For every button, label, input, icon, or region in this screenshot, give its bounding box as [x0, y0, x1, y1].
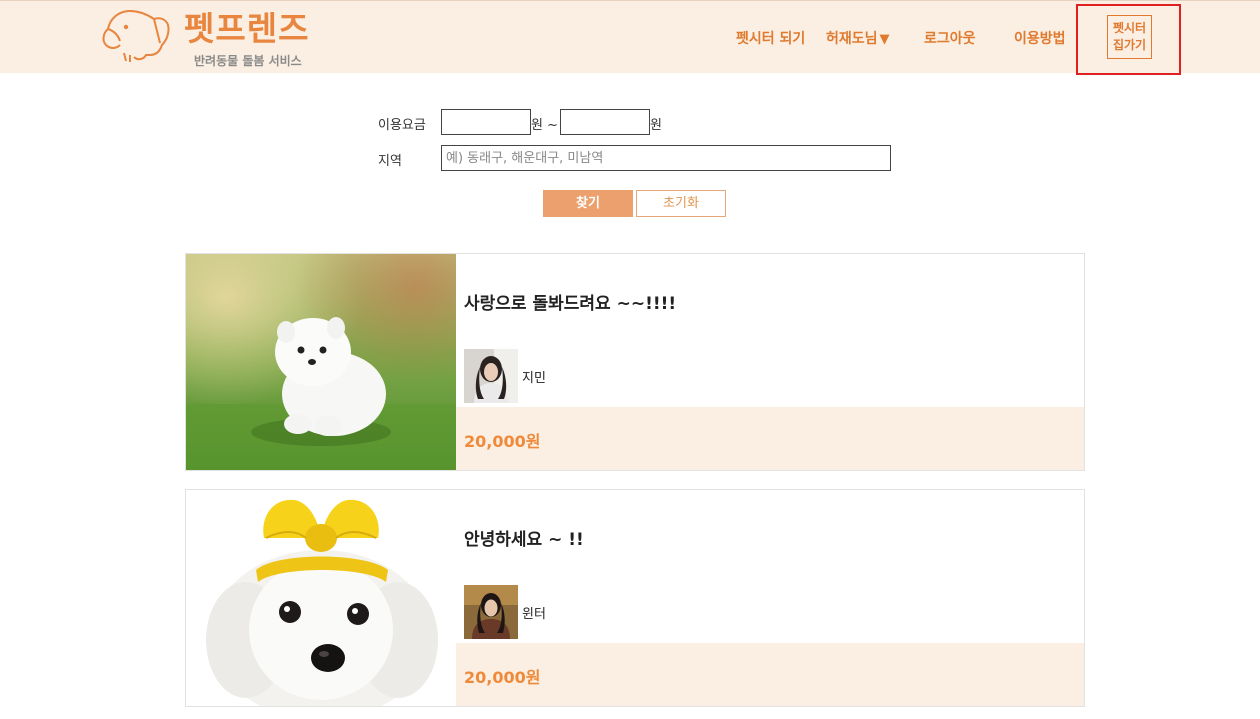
listing-title[interactable]: 사랑으로 돌봐드려요 ~~!!!! [464, 289, 676, 314]
sitter-home-line2: 집가기 [1112, 38, 1147, 52]
sitter-name: 지민 [522, 371, 546, 386]
dropdown-arrow-icon: ▼ [879, 32, 890, 47]
area-label: 지역 [378, 154, 402, 169]
dog-logo-icon [102, 9, 170, 62]
listing-title[interactable]: 안녕하세요 ~ !! [464, 525, 584, 550]
won-range-unit: 원 ~ [531, 118, 558, 133]
sitter-listing-card[interactable]: 사랑으로 돌봐드려요 ~~!!!! 지민 20,000원 [185, 253, 1085, 471]
maltese-photo-icon [186, 490, 456, 706]
price-bar: 20,000원 [456, 643, 1084, 706]
sitter-avatar-icon [464, 585, 518, 639]
nav-become-sitter[interactable]: 펫시터 되기 [736, 28, 805, 48]
max-fee-input[interactable] [560, 109, 650, 135]
top-header: 펫프렌즈 반려동물 돌봄 서비스 펫시터 되기 허재도님 ▼ 로그아웃 이용방법 [0, 0, 1260, 73]
nav-user-menu[interactable]: 허재도님 ▼ [826, 28, 890, 48]
sitter-home-button[interactable]: 펫시터 집가기 [1107, 15, 1152, 59]
price-bar: 20,000원 [456, 407, 1084, 470]
logo-title: 펫프렌즈 [184, 9, 310, 48]
listing-price: 20,000원 [464, 432, 541, 451]
won-unit: 원 [650, 118, 662, 133]
area-input[interactable] [441, 145, 891, 171]
user-menu-label: 허재도님 [826, 31, 878, 47]
sitter-name: 윈터 [522, 607, 546, 622]
pomeranian-photo-icon [186, 254, 456, 470]
listing-price: 20,000원 [464, 668, 541, 687]
nav-logout[interactable]: 로그아웃 [924, 28, 976, 48]
sitter-avatar-icon [464, 349, 518, 403]
site-logo[interactable]: 펫프렌즈 반려동물 돌봄 서비스 [100, 5, 330, 69]
find-button[interactable]: 찾기 [543, 190, 633, 217]
min-fee-input[interactable] [441, 109, 531, 135]
logo-subtitle: 반려동물 돌봄 서비스 [194, 54, 302, 68]
reset-button[interactable]: 초기화 [636, 190, 726, 217]
sitter-listing-card[interactable]: 안녕하세요 ~ !! 윈터 20,000원 [185, 489, 1085, 707]
fee-label: 이용요금 [378, 118, 426, 133]
nav-how-to-use[interactable]: 이용방법 [1014, 28, 1066, 48]
sitter-home-line1: 펫시터 [1112, 21, 1147, 35]
